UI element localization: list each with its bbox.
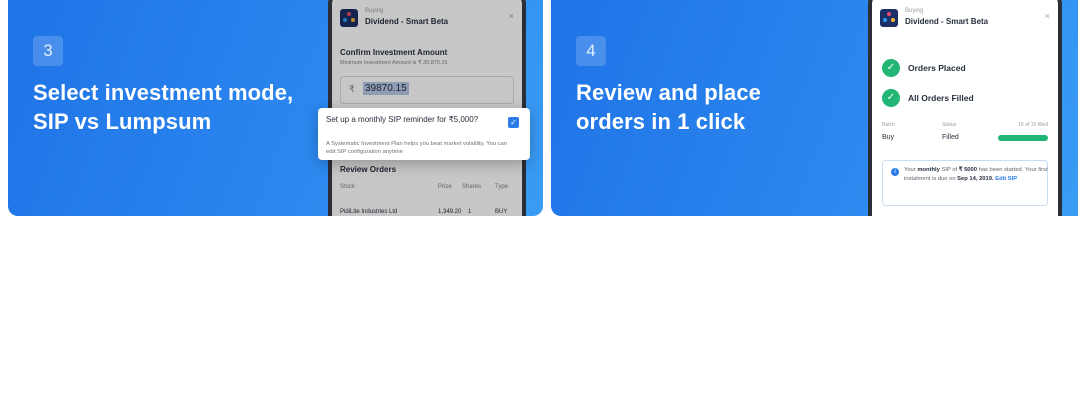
step-card-4: 4 Review and place orders in 1 click Buy…	[551, 0, 1078, 216]
edit-sip-link[interactable]: Edit SIP	[995, 176, 1017, 182]
sip-started-note: i Your monthly SIP of ₹ 5000 has been st…	[882, 160, 1048, 206]
app-logo-icon	[880, 9, 898, 27]
status-label: All Orders Filled	[908, 93, 974, 103]
close-icon[interactable]: ×	[1045, 11, 1050, 21]
sip-note-text: Your monthly SIP of ₹ 5000 has been star…	[904, 167, 1048, 182]
step-headline: Review and place orders in 1 click	[576, 78, 761, 136]
headline-line-1: Review and place	[576, 80, 762, 105]
filled-progress-fill	[998, 135, 1048, 141]
sip-reminder-popup: Set up a monthly SIP reminder for ₹5,000…	[318, 108, 530, 160]
filled-count-header: 15 of 15 filled	[1018, 122, 1048, 128]
order-header: Buying Dividend - Smart Beta ×	[880, 6, 1050, 36]
step-headline: Select investment mode, SIP vs Lumpsum	[33, 78, 293, 136]
batch-value: Buy	[882, 134, 895, 141]
phone-mockup: Buying Dividend - Smart Beta × ✓ Orders …	[868, 0, 1062, 216]
checkbox-checked-icon[interactable]: ✓	[508, 117, 519, 128]
check-circle-icon: ✓	[882, 59, 900, 77]
batch-header: Batch	[882, 122, 895, 128]
sip-reminder-description: A Systematic Investment Plan helps you b…	[326, 141, 507, 155]
fund-name: Dividend - Smart Beta	[905, 17, 989, 26]
step-card-3: 3 Select investment mode, SIP vs Lumpsum…	[8, 0, 543, 216]
status-label: Orders Placed	[908, 63, 966, 73]
step-number-badge: 4	[576, 36, 606, 66]
sip-reminder-title: Set up a monthly SIP reminder for ₹5,000…	[326, 115, 479, 124]
step-number-badge: 3	[33, 36, 63, 66]
buying-label: Buying	[905, 8, 924, 14]
status-header: Status	[942, 122, 957, 128]
status-value: Filled	[942, 134, 959, 141]
phone-screen: Buying Dividend - Smart Beta × ✓ Orders …	[872, 0, 1058, 216]
info-icon: i	[891, 168, 899, 176]
headline-line-1: Select investment mode,	[33, 80, 294, 105]
headline-line-2: orders in 1 click	[576, 109, 746, 134]
check-circle-icon: ✓	[882, 89, 900, 107]
filled-progress-bar	[998, 135, 1048, 141]
headline-line-2: SIP vs Lumpsum	[33, 109, 212, 134]
